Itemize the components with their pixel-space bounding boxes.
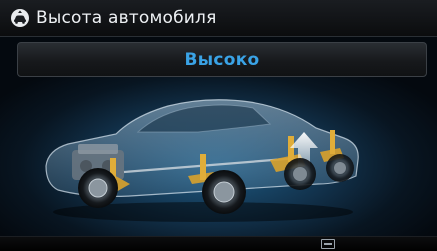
car-height-screen: Высота автомобиля Высоко bbox=[0, 0, 437, 251]
page-title: Высота автомобиля bbox=[36, 8, 217, 28]
height-value-selector[interactable]: Высоко bbox=[17, 42, 427, 77]
status-bar bbox=[0, 236, 437, 251]
title-bar: Высота автомобиля bbox=[0, 0, 437, 37]
height-value: Высоко bbox=[184, 49, 260, 70]
car-height-icon bbox=[11, 9, 29, 27]
car-xray-illustration bbox=[45, 99, 359, 222]
media-status-icon bbox=[321, 239, 335, 249]
